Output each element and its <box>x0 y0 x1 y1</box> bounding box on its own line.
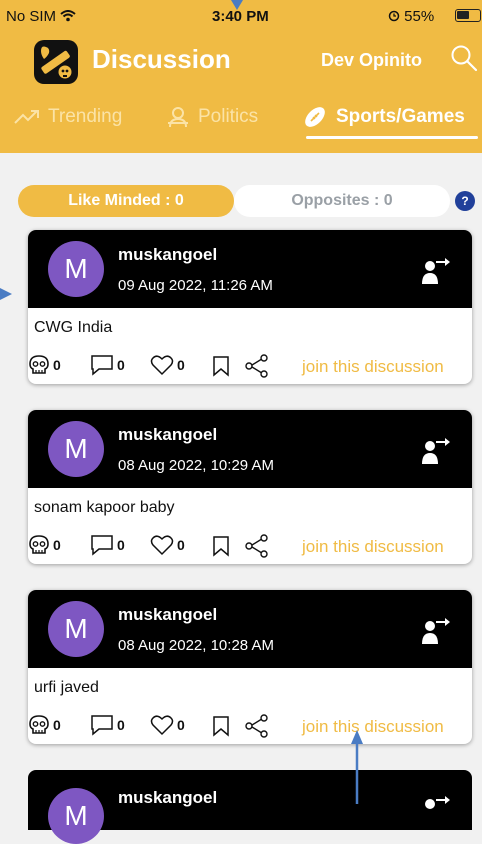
battery-icon <box>455 9 481 22</box>
heart-icon <box>150 355 174 376</box>
post-header: M muskangoel 08 Aug 2022, 10:29 AM <box>28 410 472 488</box>
heart-icon <box>150 715 174 736</box>
help-icon[interactable]: ? <box>455 191 475 211</box>
trending-icon <box>14 110 39 124</box>
post-username[interactable]: muskangoel <box>118 245 217 265</box>
like-action[interactable]: 0 <box>150 354 185 376</box>
share-icon[interactable] <box>244 534 270 558</box>
carrier-label: No SIM <box>6 8 76 25</box>
skull-icon <box>29 355 49 374</box>
post-text: CWG India <box>34 319 113 336</box>
heart-icon <box>150 535 174 556</box>
wifi-icon <box>60 10 76 22</box>
app-title: Discussion <box>92 44 231 74</box>
like-action[interactable]: 0 <box>150 714 185 736</box>
bookmark-icon[interactable] <box>212 355 230 377</box>
tab-politics[interactable]: Politics <box>166 104 258 130</box>
app-header: No SIM 3:40 PM 55% Discussion Dev Opinit… <box>0 0 482 153</box>
post-card[interactable]: M muskangoel 08 Aug 2022, 10:29 AM sonam… <box>28 410 472 564</box>
post-date: 08 Aug 2022, 10:28 AM <box>118 637 274 654</box>
politics-icon <box>168 107 188 128</box>
follow-user-icon[interactable] <box>420 794 454 824</box>
join-discussion-link[interactable]: join this discussion <box>302 717 444 737</box>
avatar[interactable]: M <box>48 601 104 657</box>
skull-icon <box>29 715 49 734</box>
bookmark-icon[interactable] <box>212 535 230 557</box>
bookmark-icon[interactable] <box>212 715 230 737</box>
current-user-name[interactable]: Dev Opinito <box>321 50 422 71</box>
post-date: 08 Aug 2022, 10:29 AM <box>118 457 274 474</box>
app-logo <box>34 40 78 84</box>
skull-icon <box>29 535 49 554</box>
avatar[interactable]: M <box>48 241 104 297</box>
avatar[interactable]: M <box>48 421 104 477</box>
post-date: 09 Aug 2022, 11:26 AM <box>118 277 273 294</box>
comment-icon <box>91 355 113 376</box>
opposites-toggle[interactable]: Opposites : 0 <box>234 185 450 217</box>
post-text: sonam kapoor baby <box>34 499 175 516</box>
post-actions: 0 0 0 join this discussion <box>28 354 472 380</box>
follow-user-icon[interactable] <box>420 436 454 466</box>
like-action[interactable]: 0 <box>150 534 185 556</box>
tab-trending[interactable]: Trending <box>14 104 122 130</box>
like-minded-toggle[interactable]: Like Minded : 0 <box>18 185 234 217</box>
post-actions: 0 0 0 join this discussion <box>28 534 472 560</box>
post-username[interactable]: muskangoel <box>118 425 217 445</box>
comment-icon <box>91 715 113 736</box>
join-discussion-link[interactable]: join this discussion <box>302 357 444 377</box>
skull-action[interactable]: 0 <box>28 354 61 376</box>
skull-action[interactable]: 0 <box>28 534 61 556</box>
annotation-arrow-top <box>231 0 243 10</box>
post-header: M muskangoel 09 Aug 2022, 11:26 AM <box>28 230 472 308</box>
post-actions: 0 0 0 join this discussion <box>28 714 472 740</box>
comment-action[interactable]: 0 <box>90 354 125 376</box>
share-icon[interactable] <box>244 714 270 738</box>
post-card[interactable]: M muskangoel 09 Aug 2022, 11:26 AM CWG I… <box>28 230 472 384</box>
post-header: M muskangoel 08 Aug 2022, 10:28 AM <box>28 590 472 668</box>
comment-action[interactable]: 0 <box>90 714 125 736</box>
tab-sports-games[interactable]: Sports/Games <box>302 104 465 130</box>
post-card-partial[interactable]: M muskangoel <box>28 770 472 844</box>
annotation-arrow-left <box>0 288 12 300</box>
post-username[interactable]: muskangoel <box>118 605 217 625</box>
join-discussion-link[interactable]: join this discussion <box>302 537 444 557</box>
football-icon <box>305 107 325 127</box>
skull-action[interactable]: 0 <box>28 714 61 736</box>
post-card[interactable]: M muskangoel 08 Aug 2022, 10:28 AM urfi … <box>28 590 472 744</box>
follow-user-icon[interactable] <box>420 256 454 286</box>
follow-user-icon[interactable] <box>420 616 454 646</box>
share-icon[interactable] <box>244 354 270 378</box>
post-username[interactable]: muskangoel <box>118 788 217 808</box>
active-tab-indicator <box>306 136 478 139</box>
post-text: urfi javed <box>34 679 99 696</box>
battery-label: 55% <box>388 8 434 25</box>
search-icon[interactable] <box>450 44 478 72</box>
comment-action[interactable]: 0 <box>90 534 125 556</box>
comment-icon <box>91 535 113 556</box>
annotation-arrow-up <box>351 730 363 804</box>
avatar[interactable]: M <box>48 788 104 844</box>
alarm-icon <box>388 10 400 22</box>
